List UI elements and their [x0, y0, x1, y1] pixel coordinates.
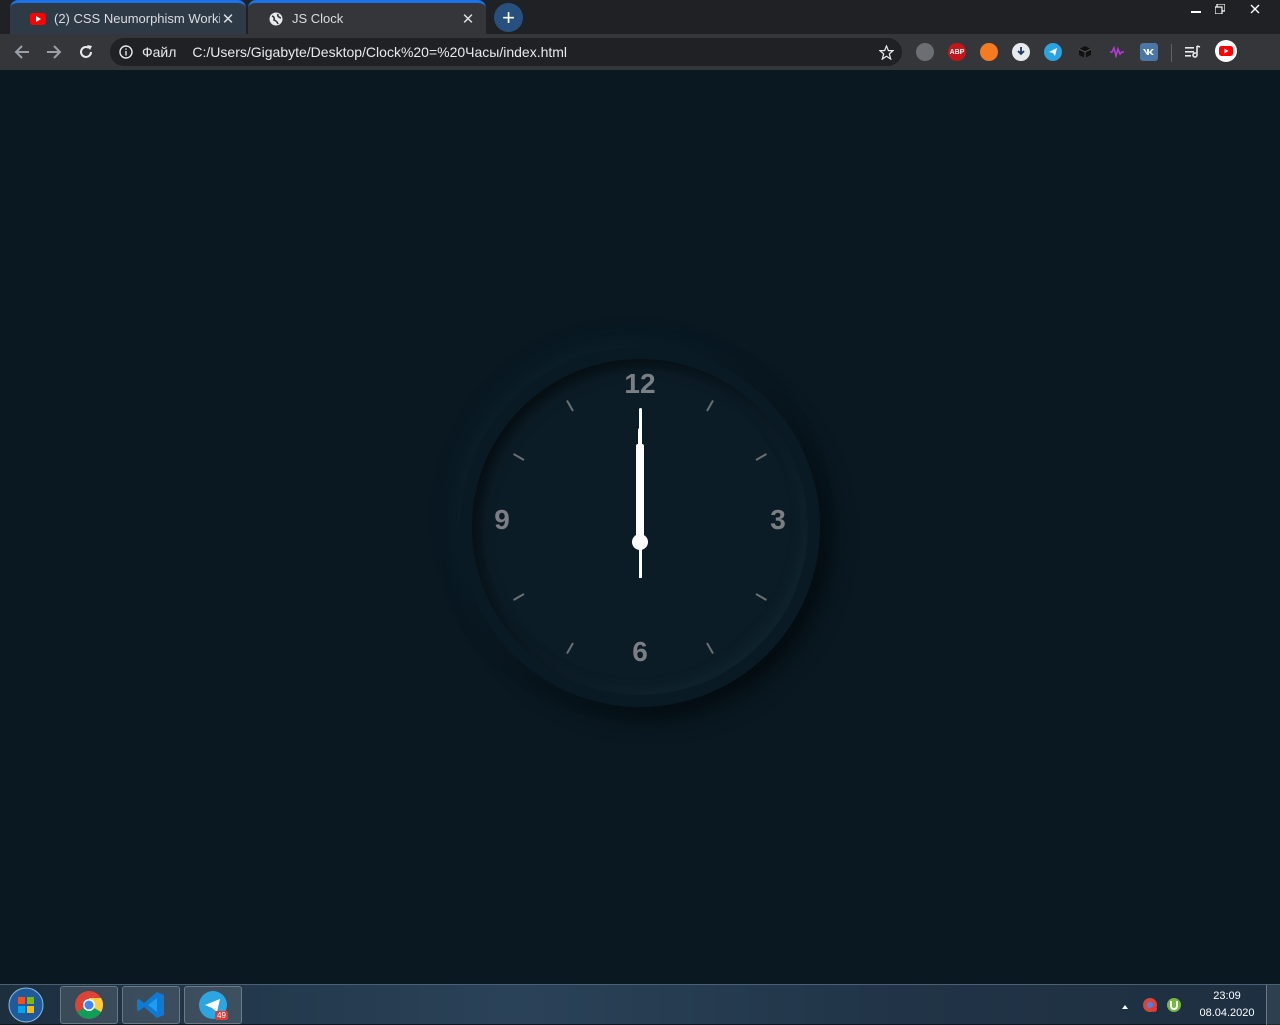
clock: 12 3 6 9: [460, 347, 820, 707]
show-desktop-button[interactable]: [1266, 985, 1280, 1025]
chrome-tray-icon[interactable]: [1142, 997, 1158, 1013]
tick-7: [566, 642, 574, 654]
tab-youtube[interactable]: (2) CSS Neumorphism Working A ✕: [10, 0, 246, 34]
tray-expand-icon[interactable]: [1120, 999, 1130, 1009]
utorrent-tray-icon[interactable]: [1166, 997, 1182, 1013]
tick-5: [706, 642, 714, 654]
clock-date[interactable]: 08.04.2020: [1192, 1007, 1262, 1019]
reload-icon: [80, 45, 92, 58]
toolbar-divider: [1171, 44, 1172, 62]
media-control-icon[interactable]: [1184, 43, 1202, 61]
cube-extension-icon[interactable]: [1076, 43, 1094, 61]
clock-center-pin: [632, 534, 648, 550]
chrome-taskbar-icon[interactable]: [60, 986, 118, 1024]
close-window-button[interactable]: [1242, 0, 1268, 18]
tick-4: [755, 593, 767, 601]
tick-11: [566, 400, 574, 412]
globe-icon: [268, 11, 284, 27]
tick-10: [513, 453, 525, 461]
numeral-3: 3: [770, 504, 786, 535]
vpn-extension-icon[interactable]: [916, 43, 934, 61]
adblock-label: ABP: [949, 48, 965, 56]
reload-button[interactable]: [72, 38, 100, 66]
tick-8: [513, 593, 525, 601]
tab-strip: (2) CSS Neumorphism Working A ✕ JS Clock…: [0, 0, 1280, 34]
clock-face: 12 3 6 9: [472, 359, 808, 695]
arrow-left-icon: [14, 45, 29, 59]
audio-extension-icon[interactable]: [1108, 43, 1126, 61]
clock-time[interactable]: 23:09: [1192, 990, 1262, 1002]
new-tab-button[interactable]: +: [494, 3, 523, 32]
vk-icon[interactable]: [1140, 43, 1158, 61]
browser-toolbar: Файл C:/Users/Gigabyte/Desktop/Clock%20=…: [0, 34, 1280, 70]
tab-js-clock[interactable]: JS Clock ✕: [248, 0, 486, 34]
url-text[interactable]: C:/Users/Gigabyte/Desktop/Clock%20=%20Ча…: [192, 44, 567, 60]
forward-button[interactable]: [40, 38, 68, 66]
profile-avatar[interactable]: [1215, 40, 1237, 62]
tab-title: JS Clock: [292, 11, 344, 26]
minimize-button[interactable]: [1184, 0, 1208, 18]
restore-button[interactable]: [1208, 0, 1232, 18]
info-icon[interactable]: [118, 44, 134, 60]
telegram-taskbar-icon[interactable]: 49: [184, 986, 242, 1024]
extension-orange-icon[interactable]: [980, 43, 998, 61]
adblock-icon[interactable]: ABP: [948, 43, 966, 61]
close-tab-icon[interactable]: ✕: [460, 11, 476, 28]
windows-logo-icon: [8, 987, 44, 1023]
youtube-icon: [30, 11, 46, 27]
vscode-taskbar-icon[interactable]: [122, 986, 180, 1024]
tick-1: [706, 400, 714, 412]
address-bar[interactable]: Файл C:/Users/Gigabyte/Desktop/Clock%20=…: [110, 38, 902, 66]
numeral-6: 6: [632, 636, 648, 667]
page-viewport: 12 3 6 9: [0, 70, 1280, 984]
notification-badge: 49: [215, 1011, 228, 1020]
windows-taskbar: 49 23:09 08.04.2020: [0, 984, 1280, 1025]
tab-title: (2) CSS Neumorphism Working A: [54, 11, 220, 26]
telegram-extension-icon[interactable]: [1044, 43, 1062, 61]
back-button[interactable]: [8, 38, 36, 66]
numeral-12: 12: [624, 368, 656, 399]
scheme-label: Файл: [142, 44, 177, 60]
second-hand: [638, 408, 642, 578]
start-button[interactable]: [6, 987, 46, 1023]
numeral-9: 9: [494, 504, 510, 535]
downloader-icon[interactable]: [1012, 43, 1030, 61]
arrow-right-icon: [47, 45, 62, 59]
close-tab-icon[interactable]: ✕: [220, 11, 236, 28]
star-icon[interactable]: [878, 44, 894, 60]
tick-2: [755, 453, 767, 461]
